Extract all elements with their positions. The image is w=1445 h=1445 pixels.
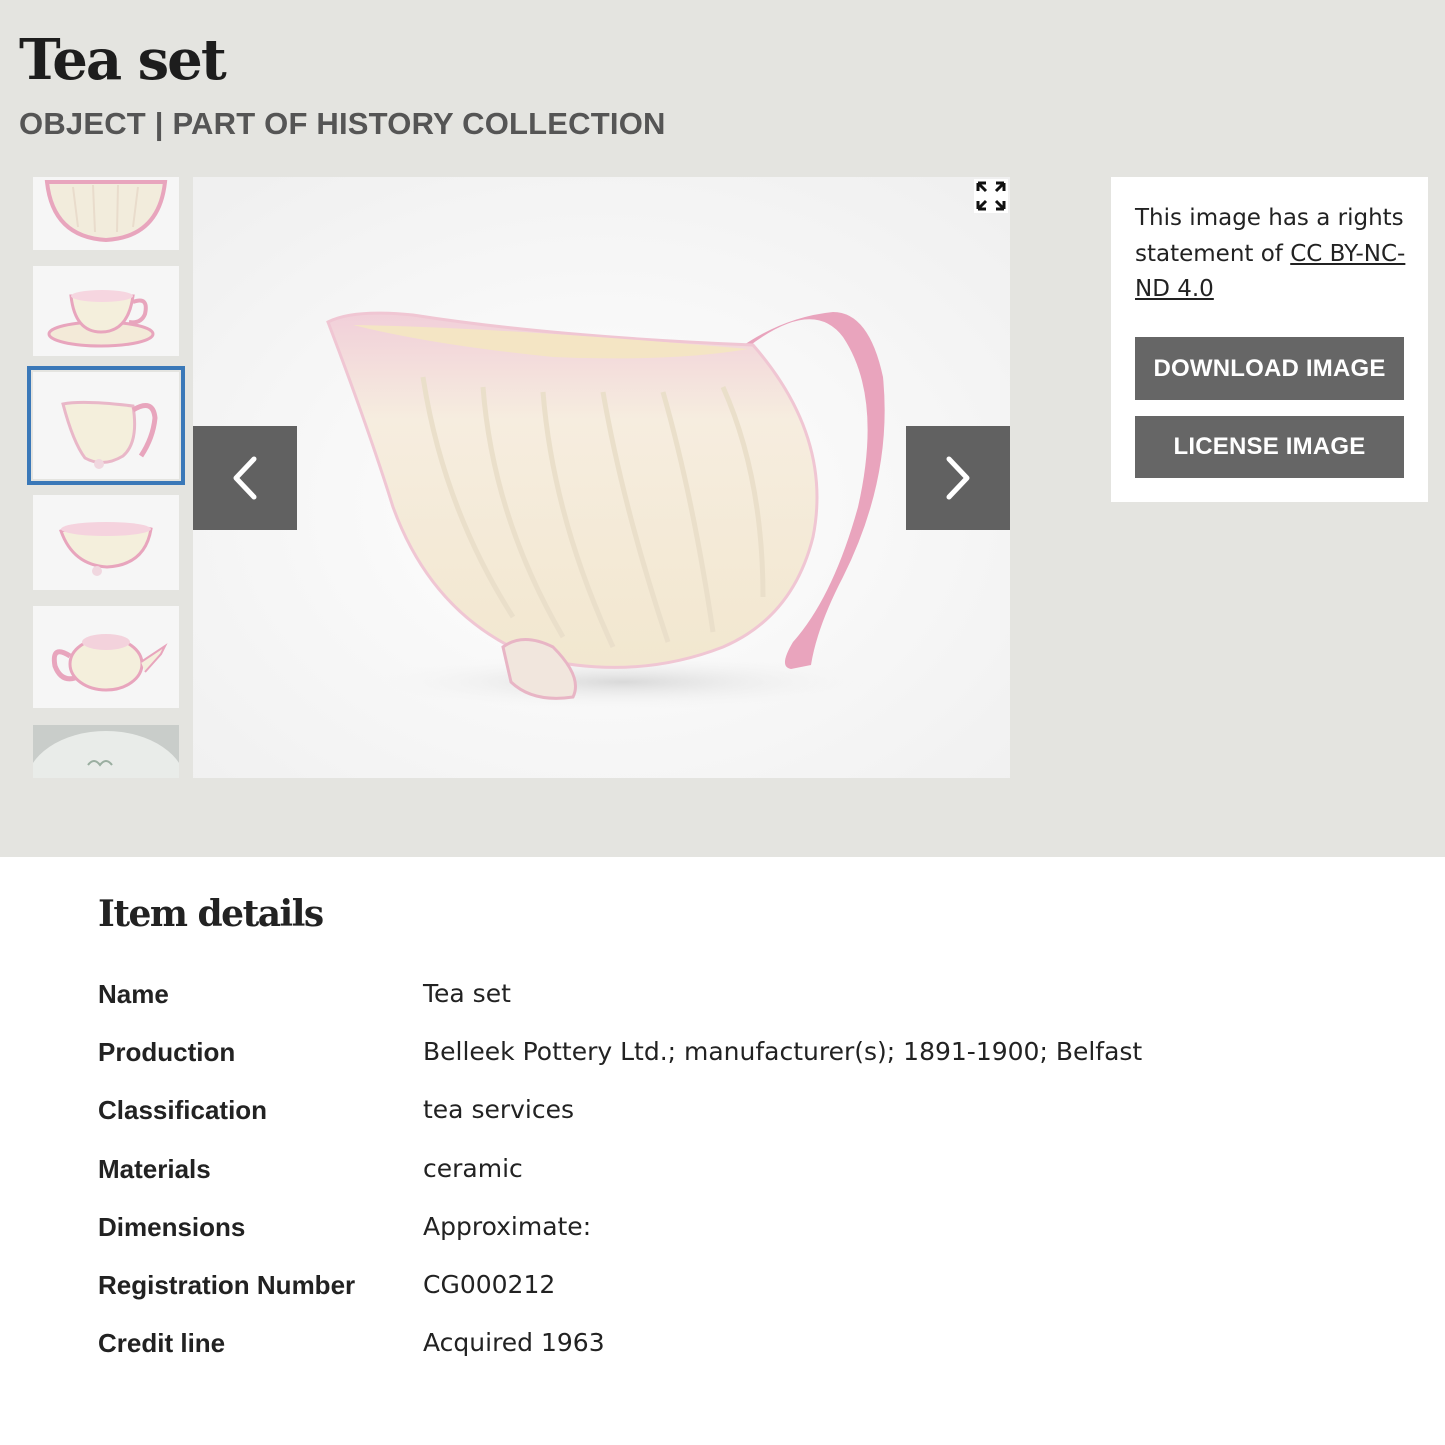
details-value: Tea set bbox=[423, 979, 511, 1008]
details-label: Registration Number bbox=[98, 1270, 356, 1300]
thumbnail-sugar-bowl[interactable] bbox=[33, 495, 179, 590]
download-image-button[interactable]: DOWNLOAD IMAGE bbox=[1135, 337, 1404, 400]
details-value: Acquired 1963 bbox=[423, 1328, 605, 1357]
thumbnail-dish[interactable] bbox=[33, 177, 179, 250]
previous-image-button[interactable] bbox=[193, 426, 297, 530]
main-image-viewer bbox=[193, 177, 1010, 778]
chevron-left-icon bbox=[233, 456, 257, 500]
details-label: Name bbox=[98, 979, 169, 1009]
next-image-button[interactable] bbox=[906, 426, 1010, 530]
thumbnail-plate[interactable] bbox=[33, 725, 179, 778]
details-label: Materials bbox=[98, 1154, 211, 1184]
cream-jug-photo bbox=[193, 177, 1010, 778]
details-value: ceramic bbox=[423, 1154, 523, 1183]
thumbnail-cup-and-saucer[interactable] bbox=[33, 266, 179, 356]
details-row-classification: Classification tea services bbox=[98, 1090, 1348, 1130]
details-row-production: Production Belleek Pottery Ltd.; manufac… bbox=[98, 1032, 1348, 1072]
details-value: tea services bbox=[423, 1095, 575, 1124]
thumbnail-teapot[interactable] bbox=[33, 606, 179, 708]
thumbnail-strip bbox=[26, 177, 188, 778]
details-label: Production bbox=[98, 1037, 236, 1067]
chevron-right-icon bbox=[946, 456, 970, 500]
item-details-heading: Item details bbox=[98, 893, 324, 935]
page-subtitle: OBJECT | PART OF HISTORY COLLECTION bbox=[19, 106, 666, 141]
license-image-button[interactable]: LICENSE IMAGE bbox=[1135, 416, 1404, 478]
details-value: Belleek Pottery Ltd.; manufacturer(s); 1… bbox=[423, 1037, 1143, 1066]
details-label: Classification bbox=[98, 1095, 268, 1125]
details-label: Dimensions bbox=[98, 1212, 246, 1242]
fullscreen-button[interactable] bbox=[974, 179, 1008, 213]
details-value: Approximate: bbox=[423, 1212, 592, 1241]
details-row-name: Name Tea set bbox=[98, 974, 1348, 1014]
details-row-credit-line: Credit line Acquired 1963 bbox=[98, 1323, 1348, 1363]
thumbnail-cream-jug[interactable] bbox=[27, 366, 185, 485]
rights-statement: This image has a rights statement of CC … bbox=[1135, 201, 1410, 308]
page-title: Tea set bbox=[19, 27, 227, 93]
details-value: CG000212 bbox=[423, 1270, 556, 1299]
details-label: Credit line bbox=[98, 1328, 226, 1358]
image-rights-panel: This image has a rights statement of CC … bbox=[1111, 177, 1428, 502]
details-row-materials: Materials ceramic bbox=[98, 1149, 1348, 1189]
expand-icon bbox=[976, 181, 1006, 211]
details-row-registration-number: Registration Number CG000212 bbox=[98, 1265, 1348, 1305]
details-row-dimensions: Dimensions Approximate: bbox=[98, 1207, 1348, 1247]
